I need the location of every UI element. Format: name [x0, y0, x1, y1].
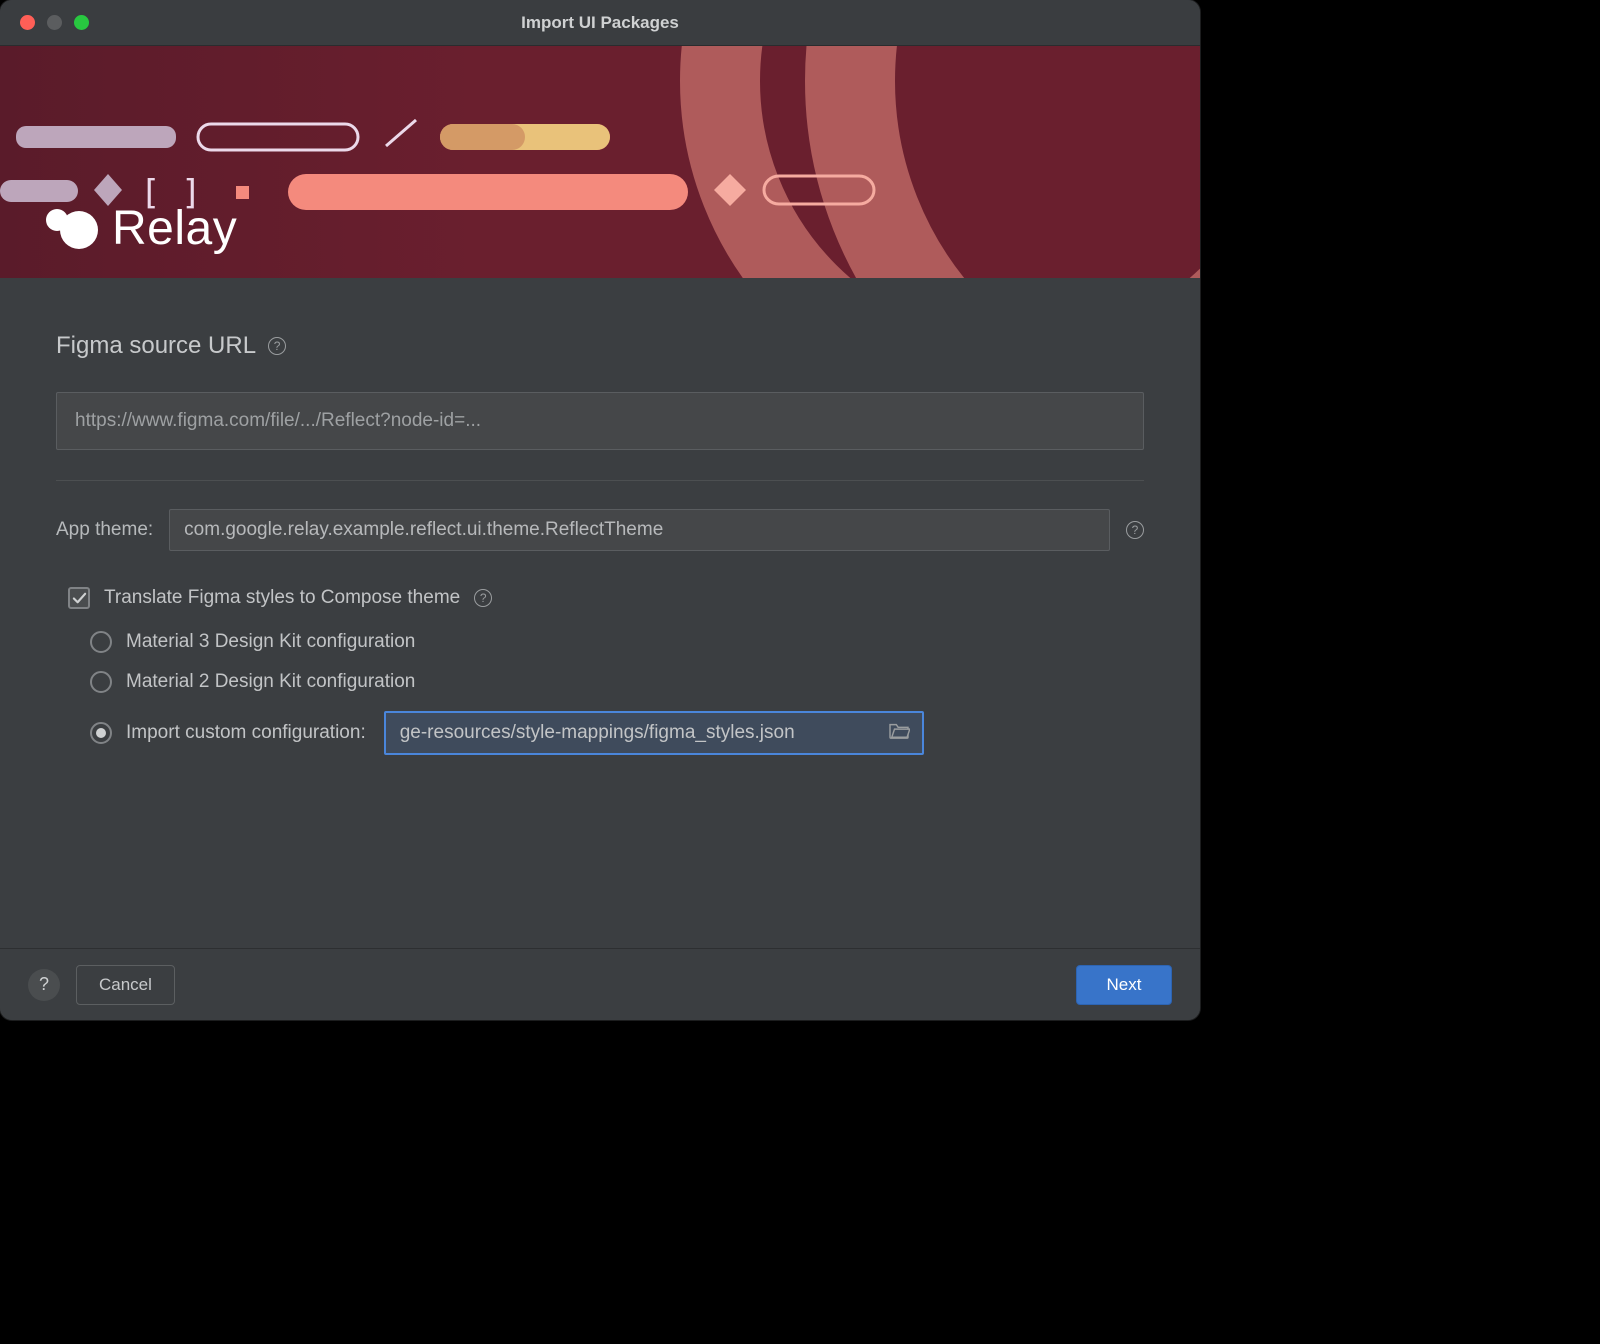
figma-url-label: Figma source URL: [56, 332, 256, 360]
radio-custom-config-label: Import custom configuration:: [126, 722, 366, 744]
next-button[interactable]: Next: [1076, 965, 1172, 1005]
app-theme-value: com.google.relay.example.reflect.ui.them…: [184, 519, 663, 541]
radio-material2[interactable]: [90, 671, 112, 693]
relay-logo: Relay: [46, 201, 237, 256]
relay-wordmark: Relay: [112, 201, 237, 256]
window-title: Import UI Packages: [0, 13, 1200, 33]
config-radio-group: Material 3 Design Kit configuration Mate…: [90, 631, 1144, 755]
window-controls: [0, 15, 89, 30]
help-icon[interactable]: ?: [1126, 521, 1144, 539]
translate-styles-checkbox[interactable]: [68, 587, 90, 609]
next-button-label: Next: [1107, 975, 1142, 995]
app-theme-label: App theme:: [56, 519, 153, 541]
translate-styles-label: Translate Figma styles to Compose theme: [104, 587, 460, 609]
dialog-content: Figma source URL ? https://www.figma.com…: [0, 278, 1200, 948]
radio-material3-label: Material 3 Design Kit configuration: [126, 631, 415, 653]
radio-custom-config[interactable]: [90, 722, 112, 744]
footer-help-button[interactable]: ?: [28, 969, 60, 1001]
zoom-window-button[interactable]: [74, 15, 89, 30]
dialog-window: Import UI Packages [ ]: [0, 0, 1200, 1020]
relay-mark-icon: [46, 209, 98, 249]
custom-config-path-input[interactable]: ge-resources/style-mappings/figma_styles…: [384, 711, 924, 755]
cancel-button-label: Cancel: [99, 975, 152, 995]
figma-url-placeholder: https://www.figma.com/file/.../Reflect?n…: [75, 410, 481, 432]
relay-banner: [ ] Relay: [0, 46, 1200, 278]
figma-url-input[interactable]: https://www.figma.com/file/.../Reflect?n…: [56, 392, 1144, 450]
custom-config-path-value: ge-resources/style-mappings/figma_styles…: [400, 722, 795, 744]
folder-open-icon[interactable]: [888, 721, 910, 745]
titlebar: Import UI Packages: [0, 0, 1200, 46]
check-icon: [72, 591, 87, 606]
help-icon[interactable]: ?: [474, 589, 492, 607]
radio-material3[interactable]: [90, 631, 112, 653]
divider: [56, 480, 1144, 481]
help-icon[interactable]: ?: [268, 337, 286, 355]
cancel-button[interactable]: Cancel: [76, 965, 175, 1005]
close-window-button[interactable]: [20, 15, 35, 30]
dialog-footer: ? Cancel Next: [0, 948, 1200, 1020]
app-theme-input[interactable]: com.google.relay.example.reflect.ui.them…: [169, 509, 1110, 551]
minimize-window-button[interactable]: [47, 15, 62, 30]
radio-material2-label: Material 2 Design Kit configuration: [126, 671, 415, 693]
